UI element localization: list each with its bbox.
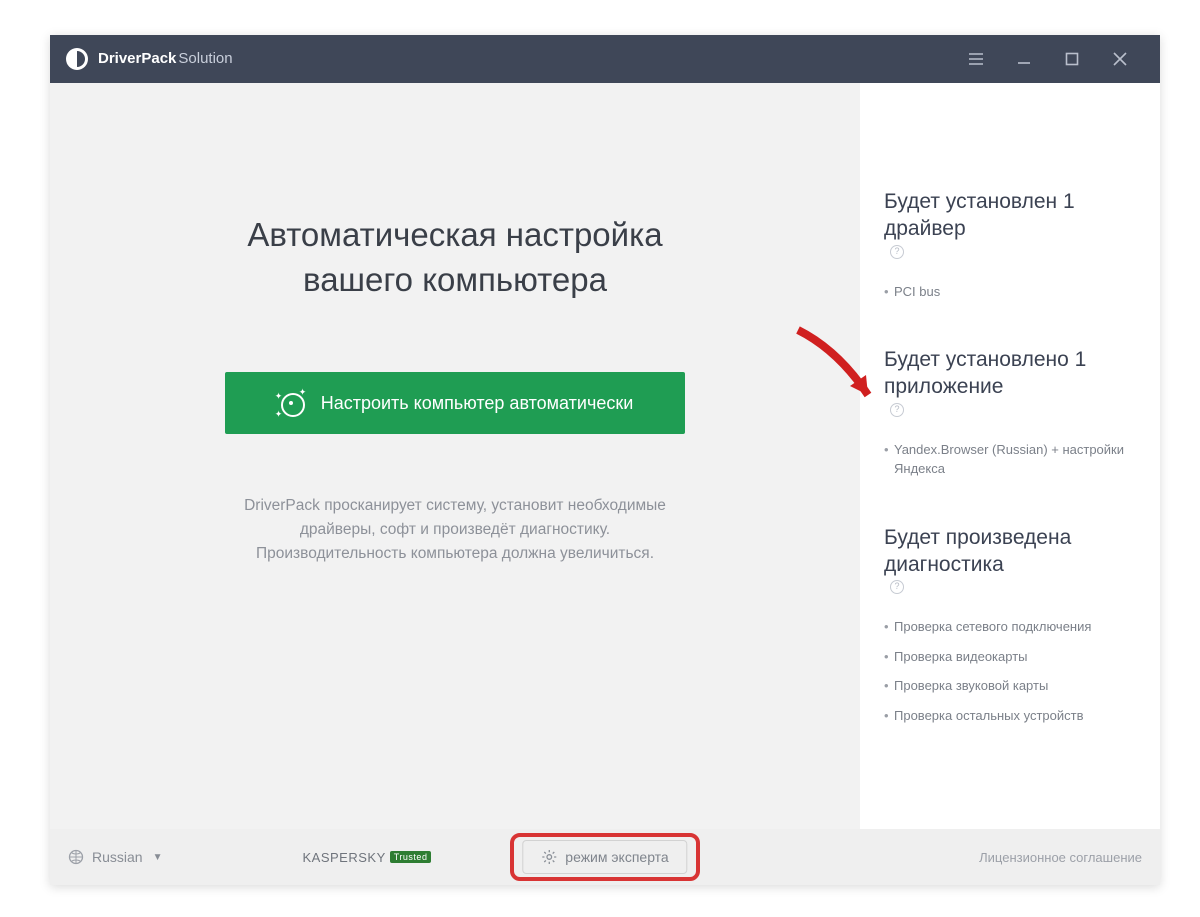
footer: Russian ▼ KASPERSKY Trusted режим экспер…: [50, 829, 1160, 885]
body: Автоматическая настройка вашего компьюте…: [50, 83, 1160, 829]
brand-name-light: Solution: [178, 50, 232, 67]
sidebar-heading-diagnostics: Будет произведена диагностика ?: [884, 524, 1136, 597]
title-line: Автоматическая настройка: [247, 216, 662, 253]
sidebar-heading-text: Будет установлено 1 приложение: [884, 346, 1136, 401]
language-label: Russian: [92, 849, 143, 865]
sidebar-heading-apps: Будет установлено 1 приложение ?: [884, 346, 1136, 419]
minimize-button[interactable]: [1000, 35, 1048, 83]
disc-icon: ✦✦✦: [277, 389, 305, 417]
app-logo: DriverPackSolution: [66, 48, 233, 70]
desc-line: DriverPack просканирует систему, установ…: [244, 497, 666, 514]
expert-mode-button[interactable]: режим эксперта: [522, 840, 687, 874]
maximize-button[interactable]: [1048, 35, 1096, 83]
expert-mode-label: режим эксперта: [565, 849, 668, 865]
list-item: Проверка остальных устройств: [884, 701, 1136, 731]
kaspersky-label: KASPERSKY: [303, 850, 386, 865]
desc-line: драйверы, софт и произведёт диагностику.: [300, 521, 610, 538]
title-line: вашего компьютера: [303, 261, 607, 298]
sidebar-heading-drivers: Будет установлен 1 драйвер ?: [884, 188, 1136, 261]
app-window: DriverPackSolution Автоматическая настро…: [50, 35, 1160, 885]
page-title: Автоматическая настройка вашего компьюте…: [247, 213, 662, 302]
main-description: DriverPack просканирует систему, установ…: [244, 494, 666, 566]
sidebar-heading-text: Будет установлен 1 драйвер: [884, 188, 1136, 243]
desc-line: Производительность компьютера должна уве…: [256, 545, 654, 562]
auto-setup-button[interactable]: ✦✦✦ Настроить компьютер автоматически: [225, 372, 685, 434]
sidebar-list-diagnostics: Проверка сетевого подключения Проверка в…: [884, 612, 1136, 730]
gear-icon: [541, 849, 557, 865]
help-icon[interactable]: ?: [890, 580, 904, 594]
chevron-down-icon: ▼: [153, 852, 163, 863]
help-icon[interactable]: ?: [890, 245, 904, 259]
sidebar-list-apps: Yandex.Browser (Russian) + настройки Янд…: [884, 435, 1136, 484]
titlebar: DriverPackSolution: [50, 35, 1160, 83]
list-item: Проверка звуковой карты: [884, 671, 1136, 701]
sidebar-heading-text: Будет произведена диагностика: [884, 524, 1136, 579]
sidebar-list-drivers: PCI bus: [884, 277, 1136, 307]
globe-icon: [68, 849, 84, 865]
maximize-icon: [1064, 51, 1080, 67]
sidebar: Будет установлен 1 драйвер ? PCI bus Буд…: [860, 83, 1160, 829]
main-panel: Автоматическая настройка вашего компьюте…: [50, 83, 860, 829]
minimize-icon: [1016, 51, 1032, 67]
driverpack-logo-icon: [66, 48, 88, 70]
license-link[interactable]: Лицензионное соглашение: [979, 850, 1142, 865]
auto-setup-label: Настроить компьютер автоматически: [321, 393, 634, 414]
brand-name-bold: DriverPack: [98, 50, 176, 67]
help-icon[interactable]: ?: [890, 403, 904, 417]
menu-button[interactable]: [952, 35, 1000, 83]
list-item: Проверка видеокарты: [884, 642, 1136, 672]
list-item: PCI bus: [884, 277, 1136, 307]
list-item: Проверка сетевого подключения: [884, 612, 1136, 642]
hamburger-icon: [968, 51, 984, 67]
trusted-badge: Trusted: [390, 851, 432, 863]
close-button[interactable]: [1096, 35, 1144, 83]
close-icon: [1112, 51, 1128, 67]
language-selector[interactable]: Russian ▼: [68, 849, 163, 865]
list-item: Yandex.Browser (Russian) + настройки Янд…: [884, 435, 1136, 484]
kaspersky-badge: KASPERSKY Trusted: [303, 850, 432, 865]
